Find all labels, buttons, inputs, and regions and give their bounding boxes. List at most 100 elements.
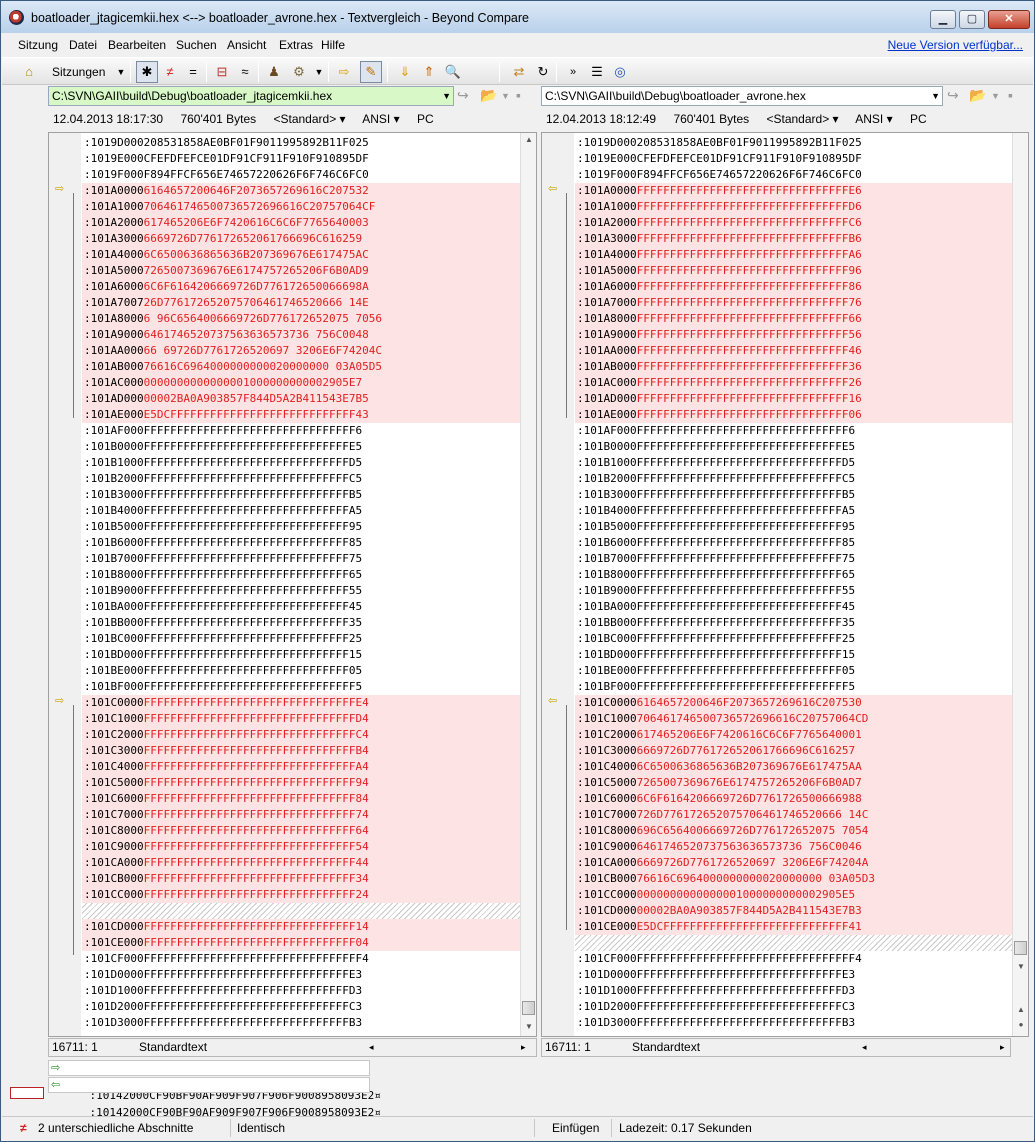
text-line[interactable]: :101C1000706461746500736572696616C207570… [575, 711, 1012, 727]
minimize-button[interactable]: ▁ [930, 10, 956, 29]
text-line[interactable]: :101B5000FFFFFFFFFFFFFFFFFFFFFFFFFFFFFFF… [575, 519, 1012, 535]
scroll-down-icon[interactable]: ▼ [1013, 962, 1028, 971]
text-line[interactable]: :101CE000FFFFFFFFFFFFFFFFFFFFFFFFFFFFFFF… [82, 935, 520, 951]
format-dropdown-icon[interactable]: ▼ [308, 61, 330, 83]
text-line[interactable]: :101AD000FFFFFFFFFFFFFFFFFFFFFFFFFFFFFFF… [575, 391, 1012, 407]
right-encoding-select[interactable]: ANSI ▾ [855, 112, 892, 126]
text-line[interactable]: :101B5000FFFFFFFFFFFFFFFFFFFFFFFFFFFFFFF… [82, 519, 520, 535]
left-vertical-scrollbar[interactable]: ▲ ▼ [520, 133, 536, 1036]
expand-icon[interactable]: » [562, 61, 584, 83]
left-lineend[interactable]: PC [417, 112, 434, 126]
diff-marker-arrow-icon[interactable]: ⇦ [548, 182, 557, 195]
text-line[interactable]: :101C7000726D776172652075706461746520666… [575, 807, 1012, 823]
compare-line-left[interactable]: ⇨ :10142000CF90BF90AF909F907F906F9008958… [48, 1060, 381, 1102]
text-line[interactable]: :101AB000FFFFFFFFFFFFFFFFFFFFFFFFFFFFFFF… [575, 359, 1012, 375]
sessions-dropdown-icon[interactable]: ▼ [110, 61, 132, 83]
menu-extras[interactable]: Extras [279, 38, 313, 52]
text-line[interactable]: :101C00006164657200646F2073657269616C207… [575, 695, 1012, 711]
right-folder-icon[interactable]: 📂 [969, 87, 986, 104]
text-line[interactable]: :101CE000E5DCFFFFFFFFFFFFFFFFFFFFFFFFFFF… [575, 919, 1012, 935]
text-line[interactable]: :101B4000FFFFFFFFFFFFFFFFFFFFFFFFFFFFFFF… [82, 503, 520, 519]
edit-icon[interactable]: ✎ [360, 61, 382, 83]
left-lines[interactable]: :1019D000208531858AE0BF01F9011995892B11F… [82, 135, 520, 1031]
text-line[interactable]: :101AE000E5DCFFFFFFFFFFFFFFFFFFFFFFFFFFF… [82, 407, 520, 423]
right-format-select[interactable]: <Standard> ▾ [766, 112, 838, 126]
compare-line-right[interactable]: ⇦ :10142000CF90BF90AF909F907F906F9008958… [48, 1077, 381, 1119]
text-line[interactable]: :101C30006669726D776172652061766696C6162… [575, 743, 1012, 759]
text-line[interactable]: :1019E000CFEFDFEFCE01DF91CF911F910F91089… [575, 151, 1012, 167]
text-line[interactable]: :101A50007265007369676E6174757265206F6B0… [82, 263, 520, 279]
text-line[interactable]: :101A1000706461746500736572696616C207570… [82, 199, 520, 215]
text-line[interactable]: :101A00006164657200646F2073657269616C207… [82, 183, 520, 199]
left-save-icon[interactable]: ▪ [516, 87, 521, 103]
text-line[interactable]: :101B7000FFFFFFFFFFFFFFFFFFFFFFFFFFFFFFF… [575, 551, 1012, 567]
thumbnail-strip[interactable] [10, 87, 44, 1107]
text-line[interactable]: :101D2000FFFFFFFFFFFFFFFFFFFFFFFFFFFFFFF… [82, 999, 520, 1015]
text-line[interactable]: :101B6000FFFFFFFFFFFFFFFFFFFFFFFFFFFFFFF… [575, 535, 1012, 551]
maximize-button[interactable]: ▢ [959, 10, 985, 29]
text-line[interactable]: :101CB000FFFFFFFFFFFFFFFFFFFFFFFFFFFFFFF… [82, 871, 520, 887]
text-line[interactable]: :101A60006C6F6164206669726D7761726500666… [82, 279, 520, 295]
text-line[interactable]: :101A9000FFFFFFFFFFFFFFFFFFFFFFFFFFFFFFF… [575, 327, 1012, 343]
menu-datei[interactable]: Datei [69, 38, 97, 52]
scroll-up-icon[interactable]: ▲ [521, 135, 536, 144]
scroll-right-icon[interactable]: ▸ [521, 1039, 526, 1056]
text-line[interactable]: :101CF000FFFFFFFFFFFFFFFFFFFFFFFFFFFFFFF… [82, 951, 520, 967]
text-line[interactable]: :101C4000FFFFFFFFFFFFFFFFFFFFFFFFFFFFFFF… [82, 759, 520, 775]
text-line[interactable]: :101B8000FFFFFFFFFFFFFFFFFFFFFFFFFFFFFFF… [82, 567, 520, 583]
text-line[interactable]: :101A0000FFFFFFFFFFFFFFFFFFFFFFFFFFFFFFF… [575, 183, 1012, 199]
text-line[interactable]: :101AE000FFFFFFFFFFFFFFFFFFFFFFFFFFFFFFF… [575, 407, 1012, 423]
report-icon[interactable]: ☰ [586, 61, 608, 83]
scroll-thumb[interactable] [522, 1001, 535, 1015]
diff-marker-arrow-icon[interactable]: ⇦ [548, 694, 557, 707]
right-lineend[interactable]: PC [910, 112, 927, 126]
right-open-history-icon[interactable]: ↪ [947, 87, 959, 104]
left-encoding-select[interactable]: ANSI ▾ [362, 112, 399, 126]
text-line[interactable]: :101B0000FFFFFFFFFFFFFFFFFFFFFFFFFFFFFFF… [82, 439, 520, 455]
text-line[interactable]: :101C9000FFFFFFFFFFFFFFFFFFFFFFFFFFFFFFF… [82, 839, 520, 855]
left-open-history-icon[interactable]: ↪ [457, 87, 469, 104]
text-line[interactable]: :101AC000FFFFFFFFFFFFFFFFFFFFFFFFFFFFFFF… [575, 375, 1012, 391]
text-line[interactable]: :101C8000696C6564006669726D776172652075 … [575, 823, 1012, 839]
right-path-input[interactable]: C:\SVN\GAII\build\Debug\boatloader_avron… [541, 86, 943, 106]
web-icon[interactable]: ◎ [609, 61, 631, 83]
text-line[interactable]: :101C90006461746520737563636573736 756C0… [575, 839, 1012, 855]
text-line[interactable]: :101B7000FFFFFFFFFFFFFFFFFFFFFFFFFFFFFFF… [82, 551, 520, 567]
text-line[interactable]: :101BA000FFFFFFFFFFFFFFFFFFFFFFFFFFFFFFF… [82, 599, 520, 615]
text-line[interactable]: :101D3000FFFFFFFFFFFFFFFFFFFFFFFFFFFFFFF… [575, 1015, 1012, 1031]
text-line[interactable]: :101C5000FFFFFFFFFFFFFFFFFFFFFFFFFFFFFFF… [82, 775, 520, 791]
text-line[interactable]: :1019F000F894FFCF656E74657220626F6F746C6… [82, 167, 520, 183]
similar-icon[interactable]: ≈ [234, 61, 256, 83]
swap-icon[interactable]: ⇄ [508, 61, 530, 83]
text-line[interactable]: :101D1000FFFFFFFFFFFFFFFFFFFFFFFFFFFFFFF… [575, 983, 1012, 999]
text-line[interactable]: :101A7000FFFFFFFFFFFFFFFFFFFFFFFFFFFFFFF… [575, 295, 1012, 311]
menu-bearbeiten[interactable]: Bearbeiten [108, 38, 166, 52]
text-line[interactable]: :101BB000FFFFFFFFFFFFFFFFFFFFFFFFFFFFFFF… [575, 615, 1012, 631]
scroll-thumb[interactable] [1014, 941, 1027, 955]
text-line[interactable]: :101C3000FFFFFFFFFFFFFFFFFFFFFFFFFFFFFFF… [82, 743, 520, 759]
text-line[interactable]: :101CA0006669726D7761726520697 3206E6F74… [575, 855, 1012, 871]
text-line[interactable]: :101BF000FFFFFFFFFFFFFFFFFFFFFFFFFFFFFFF… [575, 679, 1012, 695]
chevron-down-icon[interactable]: ▼ [931, 87, 940, 105]
find-icon[interactable]: 🔍 [442, 61, 464, 83]
new-version-link[interactable]: Neue Version verfügbar... [888, 38, 1023, 52]
text-line[interactable]: :101CF000FFFFFFFFFFFFFFFFFFFFFFFFFFFFFFF… [575, 951, 1012, 967]
text-line[interactable]: :101C1000FFFFFFFFFFFFFFFFFFFFFFFFFFFFFFF… [82, 711, 520, 727]
text-line[interactable]: :101C40006C6500636865636B207369676E61747… [575, 759, 1012, 775]
text-line[interactable] [82, 903, 520, 919]
text-line[interactable]: :101BD000FFFFFFFFFFFFFFFFFFFFFFFFFFFFFFF… [82, 647, 520, 663]
menu-hilfe[interactable]: Hilfe [321, 38, 345, 52]
scroll-right-icon[interactable]: ▸ [1000, 1039, 1005, 1056]
text-line[interactable]: :101C0000FFFFFFFFFFFFFFFFFFFFFFFFFFFFFFF… [82, 695, 520, 711]
text-line[interactable]: :101AD00000002BA0A903857F844D5A2B411543E… [82, 391, 520, 407]
text-line[interactable]: :101C50007265007369676E6174757265206F6B0… [575, 775, 1012, 791]
text-line[interactable]: :101CC0000000000000000001000000000002905… [575, 887, 1012, 903]
text-line[interactable]: :1019F000F894FFCF656E74657220626F6F746C6… [575, 167, 1012, 183]
right-lines[interactable]: :1019D000208531858AE0BF01F9011995892B11F… [575, 135, 1012, 1031]
text-line[interactable]: :101B6000FFFFFFFFFFFFFFFFFFFFFFFFFFFFFFF… [82, 535, 520, 551]
text-line[interactable]: :101BE000FFFFFFFFFFFFFFFFFFFFFFFFFFFFFFF… [82, 663, 520, 679]
right-save-icon[interactable]: ▪ [1008, 87, 1013, 103]
text-line[interactable]: :101C8000FFFFFFFFFFFFFFFFFFFFFFFFFFFFFFF… [82, 823, 520, 839]
text-line[interactable]: :101D0000FFFFFFFFFFFFFFFFFFFFFFFFFFFFFFF… [575, 967, 1012, 983]
format-icon[interactable]: ⚙ [288, 61, 310, 83]
